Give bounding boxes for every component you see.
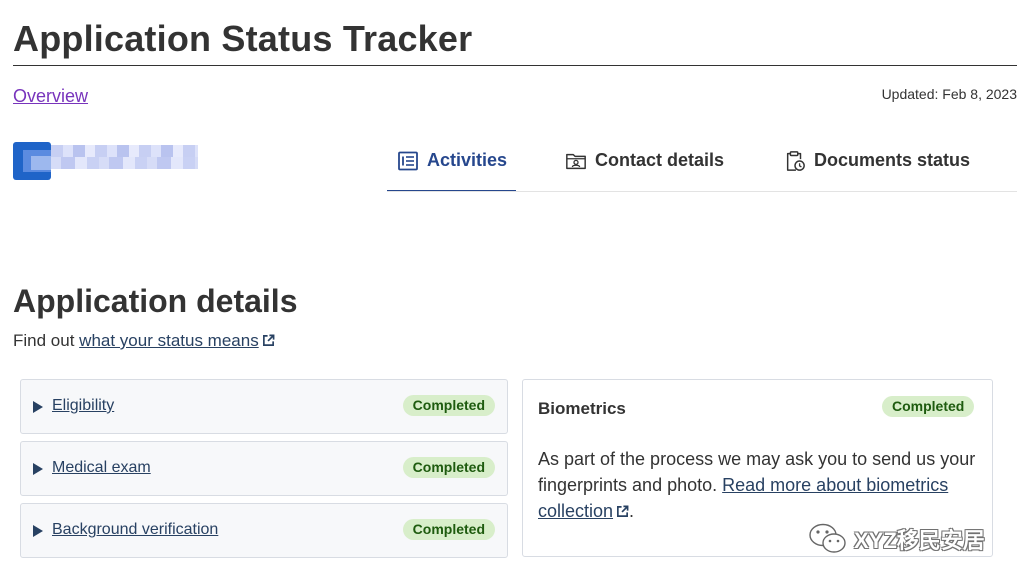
- status-badge: Completed: [402, 457, 495, 478]
- list-icon: [398, 151, 418, 170]
- overview-link[interactable]: Overview: [13, 86, 88, 107]
- wechat-icon: [809, 523, 846, 553]
- external-link-icon: [617, 505, 629, 517]
- accordion-label[interactable]: Medical exam: [52, 459, 151, 477]
- tab-label: Activities: [427, 150, 508, 170]
- updated-date: Updated: Feb 8, 2023: [881, 86, 1017, 102]
- avatar: [13, 142, 51, 180]
- tab-documents-status[interactable]: Documents status: [784, 130, 970, 191]
- expand-triangle-icon: [33, 401, 43, 413]
- section-title: Application details: [13, 283, 298, 319]
- applicant-name-redacted: [51, 145, 198, 169]
- expand-triangle-icon: [33, 463, 43, 475]
- clipboard-clock-icon: [786, 150, 805, 171]
- tab-bar: Activities Contact details Documents sta…: [387, 130, 1017, 192]
- biometrics-description: As part of the process we may ask you to…: [538, 446, 978, 524]
- status-help: Find out what your status means: [13, 331, 275, 351]
- status-badge: Completed: [402, 395, 495, 416]
- page-title: Application Status Tracker: [13, 18, 473, 59]
- status-badge: Completed: [402, 519, 495, 540]
- tab-contact-details[interactable]: Contact details: [565, 130, 724, 191]
- accordion-eligibility[interactable]: Eligibility Completed: [20, 379, 508, 434]
- title-divider: [13, 65, 1017, 66]
- watermark-text: XYZ移民安居: [854, 528, 985, 553]
- external-link-icon: [262, 334, 275, 346]
- tab-activities[interactable]: Activities: [387, 130, 516, 192]
- accordion-medical-exam[interactable]: Medical exam Completed: [20, 441, 508, 496]
- tabs-divider: [387, 191, 1017, 192]
- folder-contact-icon: [566, 153, 586, 169]
- tab-label: Documents status: [814, 150, 971, 170]
- accordion-label[interactable]: Eligibility: [52, 397, 114, 415]
- watermark: XYZ移民安居: [808, 522, 985, 556]
- status-meaning-link[interactable]: what your status means: [79, 331, 275, 350]
- status-help-prefix: Find out: [13, 331, 75, 350]
- biometrics-suffix: .: [629, 501, 635, 521]
- status-badge: Completed: [882, 396, 975, 417]
- biometrics-title: Biometrics: [538, 399, 626, 418]
- expand-triangle-icon: [33, 525, 43, 537]
- accordion-label[interactable]: Background verification: [52, 521, 218, 539]
- accordion-background-verification[interactable]: Background verification Completed: [20, 503, 508, 558]
- tab-label: Contact details: [595, 150, 725, 170]
